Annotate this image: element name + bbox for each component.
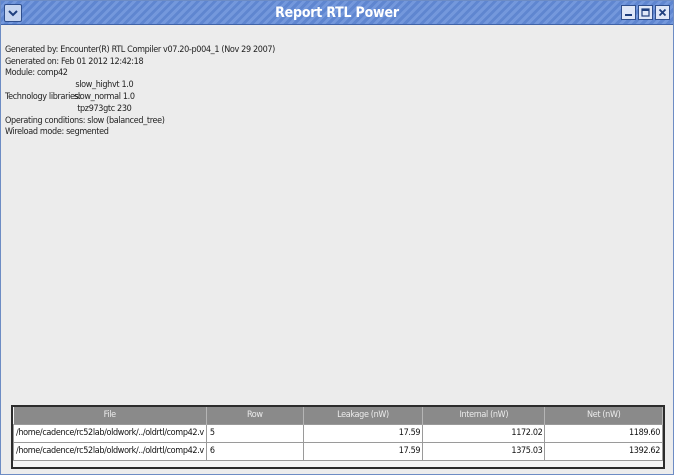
internal-cell: 1375.03 (422, 441, 546, 461)
module-line: Module: comp42 (5, 68, 68, 78)
close-icon (658, 8, 667, 17)
library-item: slow_highvt 1.0 (75, 79, 134, 90)
row-cell: 6 (205, 441, 304, 461)
column-header-leakage[interactable]: Leakage (nW) (303, 407, 424, 424)
table-row[interactable]: /home/cadence/rc52lab/oldwork/../oldrtl/… (13, 441, 663, 461)
column-header-net[interactable]: Net (nW) (544, 407, 663, 424)
maximize-icon (641, 8, 650, 17)
power-table-frame: File Row Leakage (nW) Internal (nW) Net … (11, 405, 665, 469)
net-cell: 1189.60 (544, 423, 663, 443)
wireload-mode-line: Wireload mode: segmented (5, 127, 109, 137)
close-button[interactable] (655, 5, 670, 20)
leakage-cell: 17.59 (302, 423, 424, 443)
row-cell: 5 (205, 423, 304, 443)
technology-libraries-list: slow_highvt 1.0 slow_normal 1.0 tpz973gt… (74, 80, 135, 116)
report-header-info: Generated by: Encounter(R) RTL Compiler … (5, 45, 645, 139)
column-header-file[interactable]: File (13, 407, 207, 424)
column-header-internal[interactable]: Internal (nW) (422, 407, 546, 424)
window-title: Report RTL Power (275, 5, 399, 21)
operating-conditions-line: Operating conditions: slow (balanced_tre… (5, 115, 165, 126)
table-header-row: File Row Leakage (nW) Internal (nW) Net … (13, 407, 663, 424)
column-header-row[interactable]: Row (206, 407, 304, 424)
library-item: tpz973gtc 230 (77, 103, 132, 114)
library-item: slow_normal 1.0 (74, 91, 135, 102)
table-row[interactable]: /home/cadence/rc52lab/oldwork/../oldrtl/… (13, 423, 663, 443)
minimize-button[interactable] (621, 5, 636, 20)
net-cell: 1392.62 (544, 441, 663, 461)
minimize-icon (625, 14, 632, 16)
generated-on-line: Generated on: Feb 01 2012 12:42:18 (5, 56, 144, 67)
power-table: File Row Leakage (nW) Internal (nW) Net … (13, 407, 663, 461)
file-cell: /home/cadence/rc52lab/oldwork/../oldrtl/… (13, 441, 207, 461)
title-bar[interactable]: Report RTL Power (1, 1, 673, 25)
internal-cell: 1172.02 (422, 423, 546, 443)
technology-libraries-label: Technology libraries: (5, 91, 81, 102)
technology-libraries-block: Technology libraries: slow_highvt 1.0 sl… (5, 80, 645, 116)
generated-by-line: Generated by: Encounter(R) RTL Compiler … (5, 45, 275, 55)
file-cell: /home/cadence/rc52lab/oldwork/../oldrtl/… (13, 423, 207, 443)
report-window: Report RTL Power Generated by: Encounter… (0, 0, 674, 475)
leakage-cell: 17.59 (302, 441, 424, 461)
maximize-button[interactable] (638, 5, 653, 20)
